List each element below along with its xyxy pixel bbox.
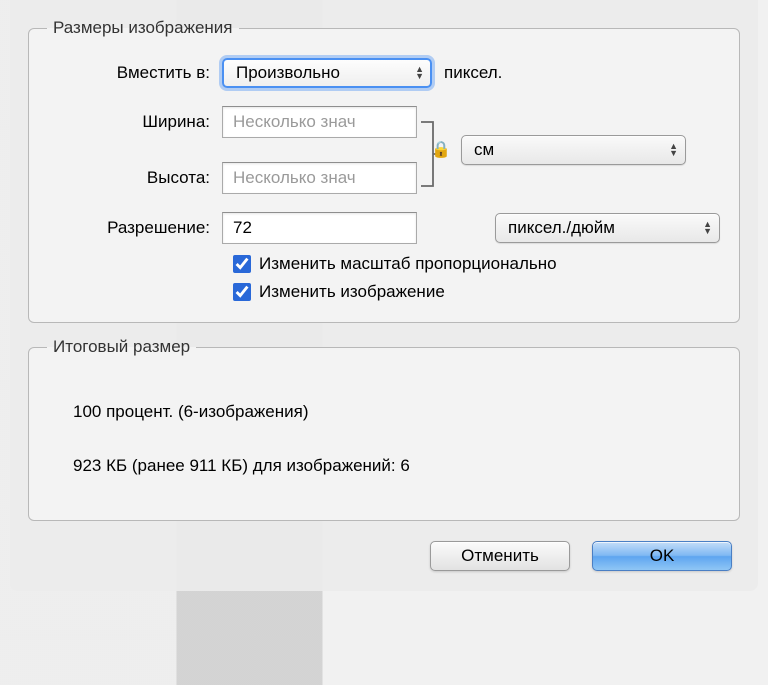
height-input[interactable]	[222, 162, 417, 194]
scale-proportionally-label: Изменить масштаб пропорционально	[259, 254, 557, 274]
lock-icon[interactable]: 🔒	[431, 140, 451, 160]
fit-into-select[interactable]: Произвольно	[222, 58, 432, 88]
link-bracket: 🔒	[417, 106, 451, 194]
dialog-button-row: Отменить OK	[28, 541, 740, 571]
result-filesize-line: 923 КБ (ранее 911 КБ) для изображений: 6	[73, 453, 695, 479]
fit-into-unit-label: пиксел.	[444, 63, 502, 83]
resample-image-checkbox[interactable]	[233, 283, 251, 301]
result-percent-line: 100 процент. (6-изображения)	[73, 399, 695, 425]
resize-images-dialog: Размеры изображения Вместить в: Произвол…	[10, 0, 758, 591]
resulting-size-group: Итоговый размер 100 процент. (6-изображе…	[28, 337, 740, 521]
image-dimensions-legend: Размеры изображения	[47, 18, 239, 38]
resample-image-label: Изменить изображение	[259, 282, 445, 302]
fit-into-label: Вместить в:	[47, 63, 222, 83]
cancel-button[interactable]: Отменить	[430, 541, 570, 571]
width-label: Ширина:	[47, 112, 222, 132]
resolution-label: Разрешение:	[47, 218, 222, 238]
resulting-size-legend: Итоговый размер	[47, 337, 196, 357]
image-dimensions-group: Размеры изображения Вместить в: Произвол…	[28, 18, 740, 323]
ok-button[interactable]: OK	[592, 541, 732, 571]
resolution-input[interactable]	[222, 212, 417, 244]
resolution-units-select[interactable]: пиксел./дюйм	[495, 213, 720, 243]
width-input[interactable]	[222, 106, 417, 138]
height-label: Высота:	[47, 168, 222, 188]
fit-into-row: Вместить в: Произвольно ▲▼ пиксел.	[47, 58, 721, 88]
dimension-units-select[interactable]: см	[461, 135, 686, 165]
scale-proportionally-checkbox[interactable]	[233, 255, 251, 273]
